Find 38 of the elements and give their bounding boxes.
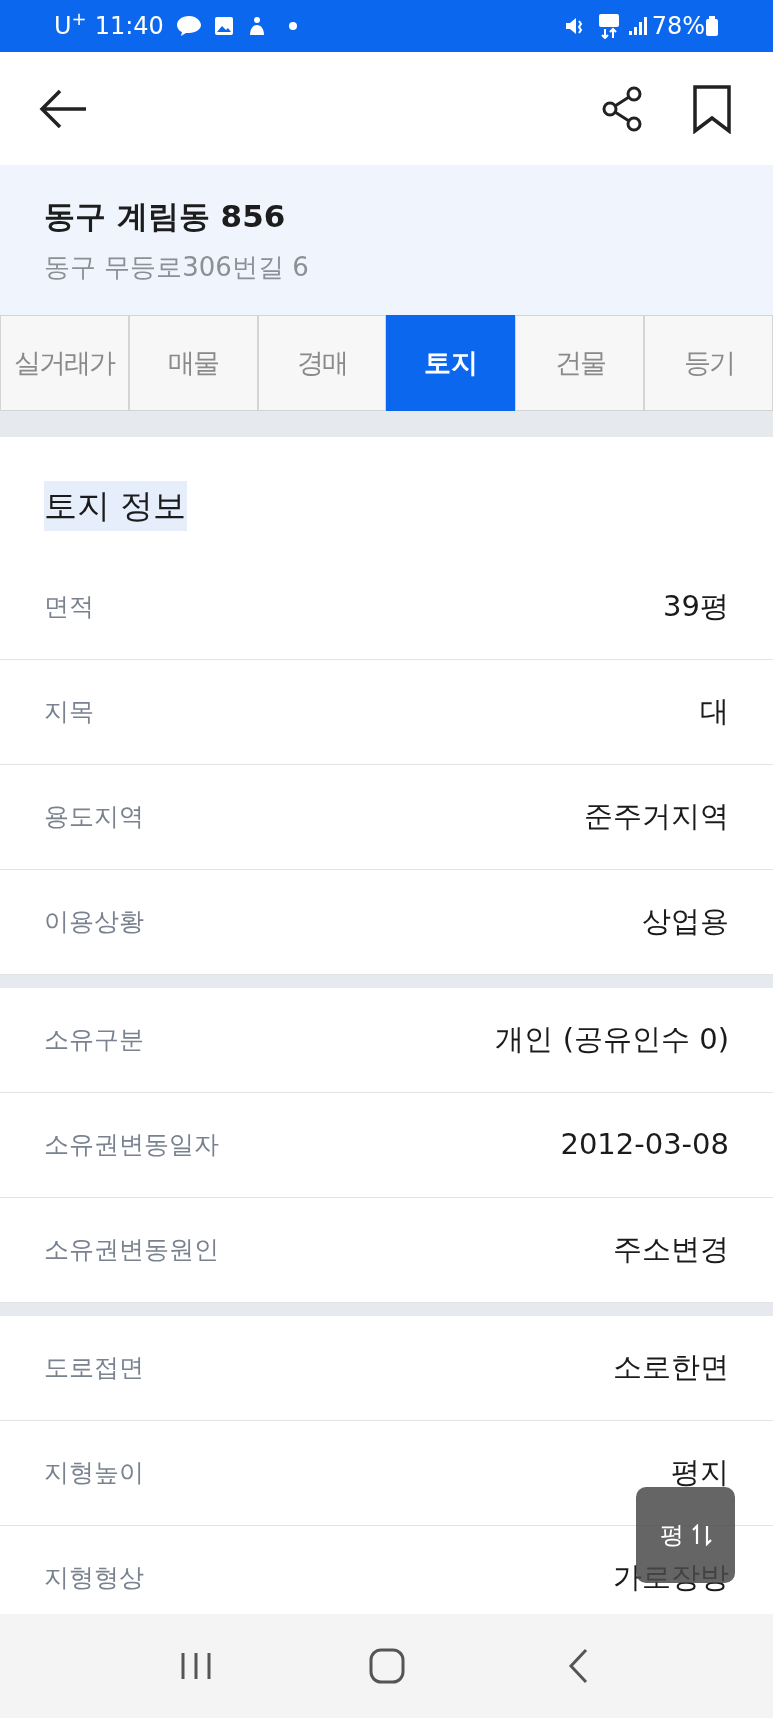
field-value: 개인 (공유인수 0)	[495, 1021, 729, 1059]
field-label: 용도지역	[44, 801, 144, 834]
tab[interactable]: 토지	[386, 315, 516, 411]
battery-level: 78%	[651, 11, 705, 42]
tab[interactable]: 경매	[257, 315, 387, 411]
field-value: 준주거지역	[584, 798, 729, 836]
field-label: 소유권변동일자	[44, 1129, 219, 1162]
tab[interactable]: 등기	[644, 315, 773, 411]
field-value: 소로한면	[613, 1349, 729, 1387]
field-label: 소유권변동원인	[44, 1234, 219, 1267]
field-label: 지형높이	[44, 1457, 144, 1490]
chat-bubble-icon	[175, 15, 202, 37]
back-icon	[566, 1648, 589, 1684]
dot-icon	[287, 21, 298, 31]
section-title: 토지 정보	[44, 481, 187, 531]
place-address: 동구 무등로306번길 6	[44, 250, 310, 284]
field-value: 39평	[663, 588, 729, 626]
field-label: 도로접면	[44, 1352, 144, 1385]
field-label: 지목	[44, 696, 94, 729]
tab[interactable]: 건물	[515, 315, 645, 411]
field-value: 대	[700, 693, 729, 731]
network-icon	[597, 13, 620, 39]
tab[interactable]: 매물	[128, 315, 258, 411]
field-label: 면적	[44, 591, 94, 624]
field-label: 지형형상	[44, 1562, 144, 1595]
place-title: 동구 계림동 856	[44, 197, 287, 237]
image-icon	[213, 16, 234, 36]
battery-icon	[705, 15, 719, 37]
field-label: 소유구분	[44, 1024, 144, 1057]
clock-time: 11:40	[94, 11, 164, 42]
field-value: 상업용	[642, 903, 729, 941]
field-value: 2012-03-08	[560, 1126, 729, 1164]
field-value: 주소변경	[613, 1231, 729, 1269]
signal-icon	[627, 16, 648, 36]
swap-arrows-icon	[691, 1524, 712, 1546]
tab[interactable]: 실거래가	[0, 315, 129, 411]
carrier-label: U$^{+}$	[54, 8, 87, 42]
field-label: 이용상황	[44, 906, 144, 939]
